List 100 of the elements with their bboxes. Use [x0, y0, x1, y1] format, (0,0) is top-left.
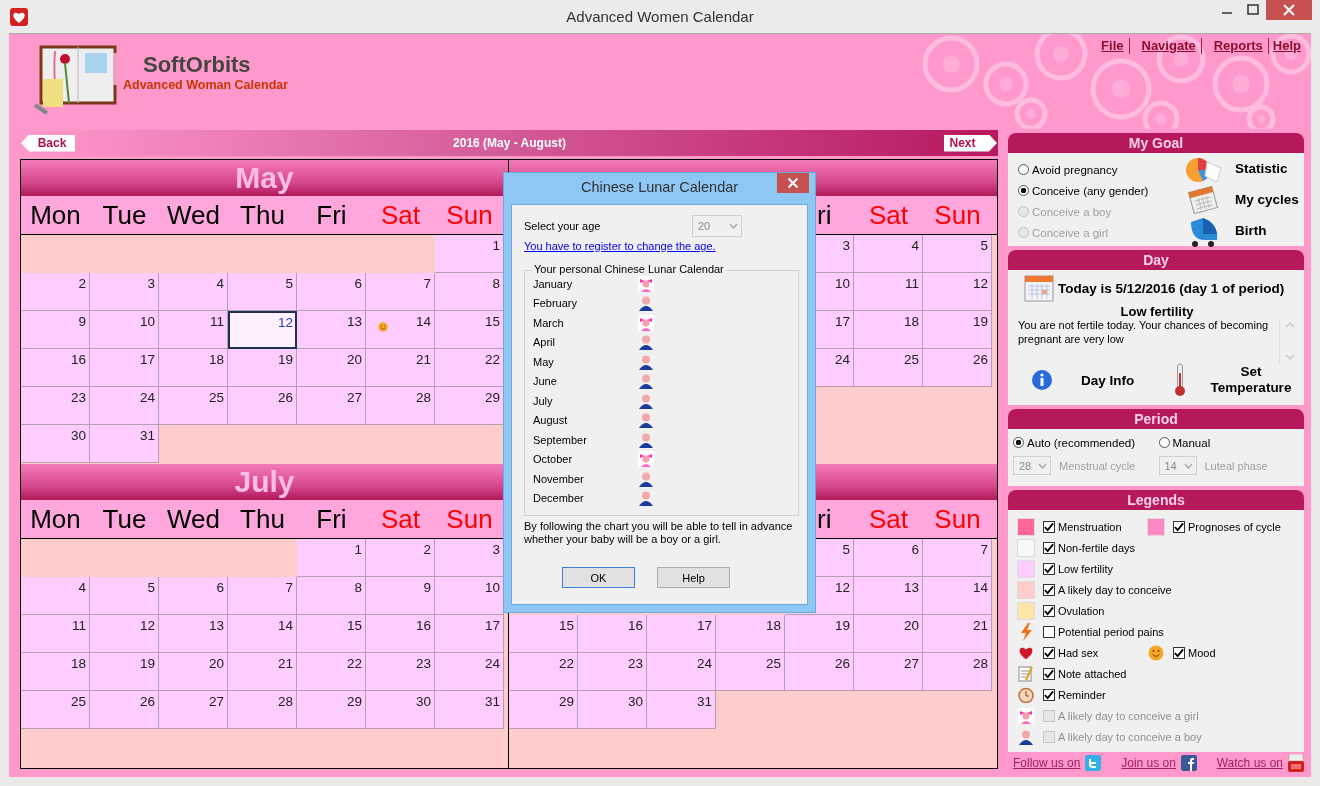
calendar-cell[interactable]: 6	[297, 273, 366, 311]
calendar-cell[interactable]: 25	[716, 653, 785, 691]
dialog-button[interactable]: OK	[562, 567, 635, 588]
calendar-cell[interactable]: 10	[90, 311, 159, 349]
calendar-cell[interactable]: 18	[716, 615, 785, 653]
calendar-cell[interactable]: 17	[435, 615, 504, 653]
calendar-cell[interactable]: 29	[509, 691, 578, 729]
calendar-cell[interactable]: 24	[647, 653, 716, 691]
action-link[interactable]: Day Info	[1081, 372, 1135, 388]
calendar-cell[interactable]: 22	[297, 653, 366, 691]
radio-button[interactable]	[1158, 437, 1170, 448]
checkbox[interactable]	[1043, 625, 1055, 638]
action-link[interactable]: Birth	[1235, 223, 1267, 238]
calendar-cell[interactable]: 5	[923, 235, 992, 273]
calendar-cell[interactable]: 16	[366, 615, 435, 653]
calendar-cell[interactable]: 21	[366, 349, 435, 387]
calendar-cell[interactable]: 21	[923, 615, 992, 653]
calendar-cell[interactable]: 15	[509, 615, 578, 653]
calendar-cell[interactable]: 25	[21, 691, 90, 729]
calendar-cell[interactable]: 20	[297, 349, 366, 387]
calendar-cell[interactable]: 20	[854, 615, 923, 653]
menu-item[interactable]: Navigate	[1129, 38, 1202, 54]
calendar-cell[interactable]: 13	[297, 311, 366, 349]
action-link[interactable]: My cycles	[1235, 192, 1299, 207]
calendar-cell[interactable]: 19	[228, 349, 297, 387]
social-link[interactable]: Join us on	[1121, 756, 1176, 770]
checkbox[interactable]	[1043, 583, 1055, 596]
calendar-cell[interactable]: 24	[435, 653, 504, 691]
calendar-cell[interactable]: 23	[21, 387, 90, 425]
menu-item[interactable]: File	[1089, 38, 1130, 54]
calendar-cell[interactable]: 27	[854, 653, 923, 691]
checkbox[interactable]	[1043, 667, 1055, 680]
calendar-cell[interactable]: 7	[366, 273, 435, 311]
calendar-cell[interactable]: 27	[159, 691, 228, 729]
calendar-cell[interactable]: 26	[785, 653, 854, 691]
calendar-cell[interactable]: 10	[435, 577, 504, 615]
calendar-cell[interactable]: 12	[923, 273, 992, 311]
calendar-cell[interactable]: 4	[21, 577, 90, 615]
calendar-cell[interactable]: 2	[21, 273, 90, 311]
social-link[interactable]: Follow us on	[1013, 756, 1081, 770]
calendar-cell[interactable]: 14	[923, 577, 992, 615]
calendar-cell[interactable]: 23	[578, 653, 647, 691]
calendar-cell[interactable]: 4	[159, 273, 228, 311]
calendar-cell[interactable]: 26	[228, 387, 297, 425]
checkbox[interactable]	[1173, 520, 1185, 533]
calendar-cell[interactable]: 22	[509, 653, 578, 691]
radio-button[interactable]	[1018, 185, 1029, 196]
calendar-cell[interactable]: 26	[90, 691, 159, 729]
checkbox[interactable]	[1043, 646, 1055, 659]
action-link[interactable]: Statistic	[1235, 161, 1288, 176]
checkbox[interactable]	[1043, 688, 1055, 701]
calendar-cell[interactable]: 19	[923, 311, 992, 349]
calendar-cell[interactable]: 13	[159, 615, 228, 653]
calendar-cell[interactable]: 18	[159, 349, 228, 387]
calendar-cell[interactable]: 1	[297, 539, 366, 577]
calendar-cell[interactable]: 17	[647, 615, 716, 653]
calendar-cell[interactable]: 9	[21, 311, 90, 349]
calendar-cell[interactable]: 31	[90, 425, 159, 463]
calendar-cell[interactable]: 26	[923, 349, 992, 387]
calendar-cell[interactable]: 31	[435, 691, 504, 729]
checkbox[interactable]	[1043, 562, 1055, 575]
calendar-cell[interactable]: 6	[854, 539, 923, 577]
calendar-cell[interactable]: 30	[366, 691, 435, 729]
calendar-cell[interactable]: 18	[21, 653, 90, 691]
calendar-cell[interactable]: 30	[21, 425, 90, 463]
calendar-cell[interactable]: 21	[228, 653, 297, 691]
menu-item[interactable]: Reports	[1201, 38, 1269, 54]
calendar-cell[interactable]: 11	[854, 273, 923, 311]
calendar-cell[interactable]: 7	[923, 539, 992, 577]
calendar-cell[interactable]: 9	[366, 577, 435, 615]
back-button[interactable]: Back	[21, 134, 75, 152]
close-button[interactable]	[1266, 0, 1312, 20]
checkbox[interactable]	[1043, 604, 1055, 617]
calendar-cell[interactable]: 14	[228, 615, 297, 653]
checkbox[interactable]	[1043, 520, 1055, 533]
calendar-cell[interactable]: 12	[228, 311, 297, 349]
calendar-cell[interactable]: 11	[159, 311, 228, 349]
calendar-cell[interactable]: 16	[21, 349, 90, 387]
radio-button[interactable]	[1013, 437, 1024, 448]
next-button[interactable]: Next	[944, 134, 997, 152]
checkbox[interactable]	[1173, 646, 1185, 659]
calendar-cell[interactable]: 25	[159, 387, 228, 425]
calendar-cell[interactable]: 3	[90, 273, 159, 311]
calendar-cell[interactable]: 5	[228, 273, 297, 311]
scroll-bar[interactable]	[1279, 319, 1296, 363]
calendar-cell[interactable]: 20	[159, 653, 228, 691]
calendar-cell[interactable]: 29	[297, 691, 366, 729]
calendar-cell[interactable]: 2	[366, 539, 435, 577]
calendar-cell[interactable]: 14	[366, 311, 435, 349]
calendar-cell[interactable]: 1	[435, 235, 504, 273]
calendar-cell[interactable]: 23	[366, 653, 435, 691]
calendar-cell[interactable]: 3	[435, 539, 504, 577]
calendar-cell[interactable]: 4	[854, 235, 923, 273]
calendar-cell[interactable]: 28	[366, 387, 435, 425]
calendar-cell[interactable]: 16	[578, 615, 647, 653]
checkbox[interactable]	[1043, 541, 1055, 554]
calendar-cell[interactable]: 18	[854, 311, 923, 349]
calendar-cell[interactable]: 15	[435, 311, 504, 349]
calendar-cell[interactable]: 19	[90, 653, 159, 691]
action-link[interactable]: Set Temperature	[1206, 364, 1296, 396]
